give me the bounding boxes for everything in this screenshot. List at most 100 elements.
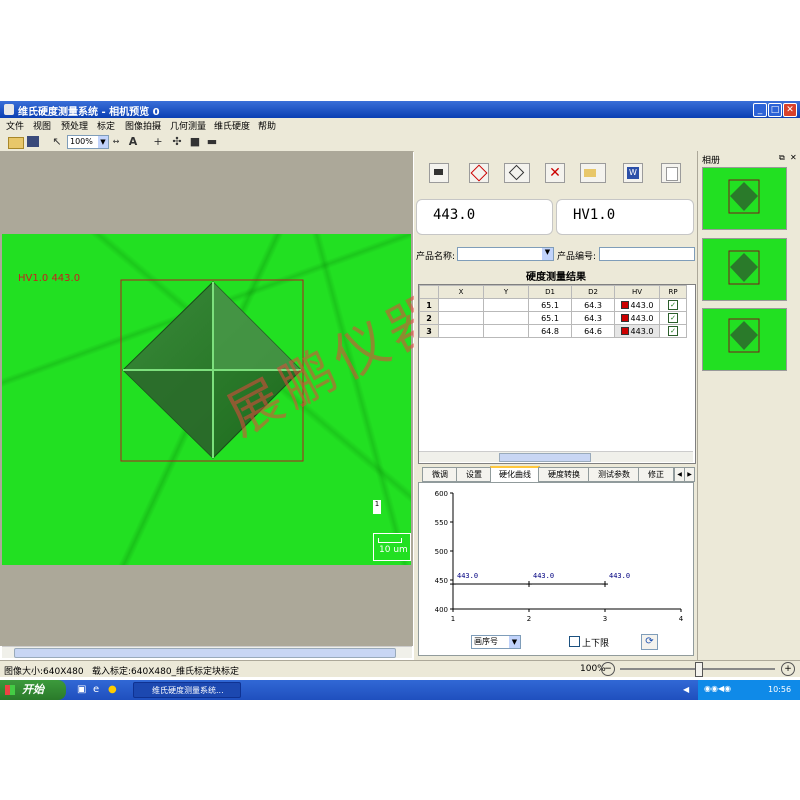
camera-button[interactable]: [429, 163, 449, 183]
menu-file[interactable]: 文件: [6, 119, 24, 132]
hardening-curve-panel: 400 450 500 550 600 1 2 3 4 443.0 443.0 443.0: [418, 482, 694, 656]
close-button[interactable]: ✕: [783, 103, 797, 117]
tab-correction[interactable]: 修正: [638, 467, 674, 482]
scroll-thumb[interactable]: [14, 648, 396, 658]
tab-test-params[interactable]: 测试参数: [588, 467, 640, 482]
y-tick-label: 450: [435, 577, 448, 585]
menu-vickers[interactable]: 维氏硬度: [214, 119, 250, 132]
text-tool-button[interactable]: A: [127, 135, 139, 149]
tray-expand-icon[interactable]: ◀: [683, 685, 689, 694]
horizontal-scrollbar[interactable]: [2, 646, 412, 658]
menu-view[interactable]: 视图: [33, 119, 51, 132]
zoom-select[interactable]: 100% ▼: [67, 135, 109, 149]
refresh-icon[interactable]: ⟳: [641, 634, 658, 650]
album-thumbnail[interactable]: [702, 308, 787, 371]
hv-value: 443.0: [630, 300, 654, 310]
word-export-button[interactable]: W: [623, 163, 643, 183]
tab-scroll-right-icon[interactable]: ▶: [684, 467, 695, 482]
y-tick-label: 500: [435, 548, 448, 556]
cell-rp[interactable]: ✓: [659, 298, 687, 312]
tab-hardness-conversion[interactable]: 硬度转换: [538, 467, 590, 482]
col-header: RP: [659, 285, 687, 299]
open-button[interactable]: [580, 163, 606, 183]
cell-x: [438, 311, 484, 325]
move-icon[interactable]: ✣: [170, 135, 184, 149]
menu-calibrate[interactable]: 标定: [97, 119, 115, 132]
crosshair-icon[interactable]: +: [151, 135, 165, 149]
tab-hardening-curve[interactable]: 硬化曲线: [490, 466, 540, 483]
pin-icon[interactable]: ⧉: [779, 153, 785, 163]
scale-bar-label: 10 um: [379, 545, 408, 555]
menu-geometry[interactable]: 几何测量: [170, 119, 206, 132]
ie-icon[interactable]: e: [93, 684, 99, 695]
close-icon[interactable]: ✕: [790, 153, 797, 162]
checkbox-checked-icon[interactable]: ✓: [668, 326, 678, 336]
calibration-status: 载入标定:640X480_维氏标定块标定: [92, 667, 240, 677]
scroll-thumb[interactable]: [499, 453, 591, 462]
col-header: D2: [571, 285, 615, 299]
desktop-icon[interactable]: ▣: [77, 684, 86, 695]
taskbar-app-button[interactable]: 维氏硬度测量系统...: [133, 682, 241, 698]
results-grid[interactable]: X Y D1 D2 HV RP 1 65.1 64.3 443.0 ✓ 2 65…: [418, 284, 696, 464]
product-id-field[interactable]: [599, 247, 695, 261]
tray-icons[interactable]: ◉◉◀◉: [704, 684, 731, 693]
grid-scrollbar[interactable]: [419, 451, 693, 462]
menu-capture[interactable]: 图像拍摄: [125, 119, 161, 132]
cell-x: [438, 324, 484, 338]
chevron-down-icon: ▼: [542, 248, 553, 260]
y-tick-label: 600: [435, 490, 448, 498]
marker-icon: [620, 301, 629, 309]
product-name-select[interactable]: ▼: [457, 247, 554, 261]
blank-doc-button[interactable]: [661, 163, 681, 183]
table-row[interactable]: 3 64.8 64.6 443.0 ✓: [419, 324, 687, 338]
qq-icon[interactable]: ●: [108, 684, 117, 695]
measure-button[interactable]: [469, 163, 489, 183]
checkbox-checked-icon[interactable]: ✓: [668, 313, 678, 323]
zoom-out-icon[interactable]: −: [601, 662, 615, 676]
move-button[interactable]: [504, 163, 530, 183]
maximize-button[interactable]: □: [768, 103, 782, 117]
chevron-down-icon: ▼: [98, 136, 108, 148]
chevron-down-icon: ▼: [509, 636, 520, 648]
minimize-button[interactable]: _: [753, 103, 767, 117]
thumbnail-image: [728, 318, 760, 353]
data-label: 443.0: [609, 572, 630, 580]
clock: 10:56: [768, 685, 792, 694]
menu-help[interactable]: 帮助: [258, 119, 276, 132]
status-bar: 图像大小:640X480 载入标定:640X480_维氏标定块标定 100% −…: [0, 660, 800, 677]
data-label: 443.0: [457, 572, 478, 580]
menu-preprocess[interactable]: 预处理: [61, 119, 88, 132]
video-icon[interactable]: ▬: [205, 135, 219, 149]
ruler-icon[interactable]: ↔: [108, 135, 124, 149]
cell-hv: 443.0: [614, 324, 660, 338]
x-axis-select[interactable]: 画序号 ▼: [471, 635, 521, 649]
save-icon[interactable]: [27, 136, 39, 147]
limits-checkbox[interactable]: [569, 636, 580, 647]
taskbar: 开始 ▣ e ● 维氏硬度测量系统... ◀ ◉◉◀◉ 10:56: [0, 680, 800, 700]
col-header: Y: [483, 285, 529, 299]
cell-rp[interactable]: ✓: [659, 311, 687, 325]
x-tick-label: 4: [679, 615, 684, 623]
cell-hv: 443.0: [614, 298, 660, 312]
camera-view[interactable]: HV1.0 443.0 1 10 um: [2, 234, 411, 565]
tab-finetune[interactable]: 微调: [422, 467, 458, 482]
cell-rp[interactable]: ✓: [659, 324, 687, 338]
pointer-icon[interactable]: ↖: [52, 135, 62, 149]
album-thumbnail[interactable]: [702, 238, 787, 301]
open-folder-icon[interactable]: [8, 137, 24, 149]
album-thumbnail[interactable]: [702, 167, 787, 230]
zoom-slider-thumb[interactable]: [695, 662, 703, 677]
checkbox-checked-icon[interactable]: ✓: [668, 300, 678, 310]
marker-icon: [620, 327, 629, 335]
x-axis-select-value: 画序号: [474, 637, 498, 646]
zoom-value: 100%: [70, 137, 93, 146]
table-row[interactable]: 1 65.1 64.3 443.0 ✓: [419, 298, 687, 312]
delete-button[interactable]: ✕: [545, 163, 565, 183]
zoom-in-icon[interactable]: +: [781, 662, 795, 676]
tab-strip: 微调 设置 硬化曲线 硬度转换 测试参数 修正 ◀ ▶: [418, 466, 695, 483]
table-row[interactable]: 2 65.1 64.3 443.0 ✓: [419, 311, 687, 325]
album-title: 相册: [702, 156, 721, 166]
cell-d2: 64.3: [571, 311, 615, 325]
camera-icon[interactable]: ■: [188, 135, 202, 149]
tab-settings[interactable]: 设置: [456, 467, 492, 482]
